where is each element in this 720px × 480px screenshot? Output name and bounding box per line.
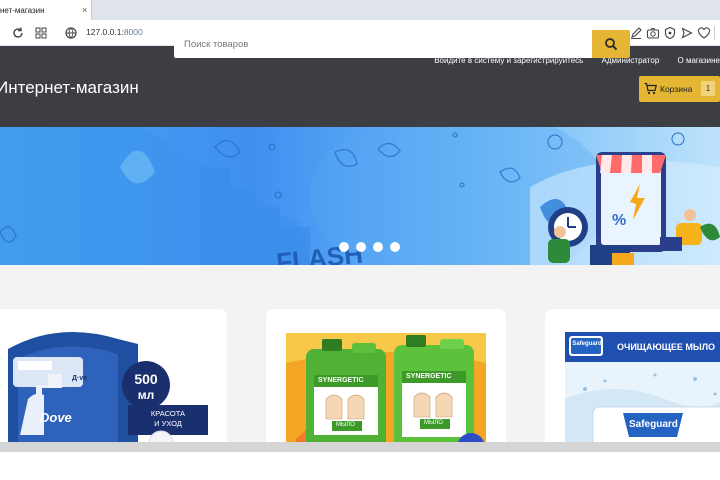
search-button[interactable]	[592, 30, 630, 58]
about-link[interactable]: О магазине	[678, 56, 720, 65]
dove-caption-1: КРАСОТА	[150, 409, 186, 418]
browser-tab[interactable]: нет-магазин	[0, 0, 92, 20]
safeguard-logo: Safeguard	[572, 341, 602, 347]
horizontal-scrollbar[interactable]	[0, 442, 720, 452]
product-card-dove[interactable]: 500 мл Dove Д·ve КРАСОТА И УХОД	[0, 309, 227, 449]
address-bar[interactable]: 127.0.0.1:8000	[86, 27, 143, 37]
product-card-synergetic[interactable]: SYNERGETIC SYNERGETIC МЫЛО МЫЛО	[266, 309, 506, 449]
apps-icon[interactable]	[34, 26, 48, 40]
url-port: 8000	[123, 27, 143, 37]
edit-icon[interactable]	[629, 26, 643, 40]
send-icon[interactable]	[680, 26, 694, 40]
safeguard-product-brand: Safeguard	[629, 419, 678, 430]
dove-volume-unit: мл	[137, 388, 155, 402]
cart-label[interactable]: Корзина	[660, 84, 692, 94]
dove-brand: Dove	[40, 410, 72, 425]
url-host: 127.0.0.1:	[86, 27, 124, 37]
heart-icon[interactable]	[697, 26, 711, 40]
cart-icon	[644, 82, 657, 95]
synergetic-label-2: МЫЛО	[424, 420, 443, 426]
page-bottom-area	[0, 452, 720, 480]
cart-count-badge: 1	[701, 81, 715, 96]
browser-tab-strip: нет-магазин ×	[0, 0, 720, 20]
site-header: Войдите в систему и зарегистрируйтесь Ад…	[0, 46, 720, 127]
dove-volume-value: 500	[134, 371, 158, 387]
search-icon	[605, 38, 618, 51]
svg-text:%: %	[612, 212, 626, 229]
toolbar-divider	[714, 26, 715, 40]
close-tab-icon[interactable]: ×	[82, 6, 90, 15]
synergetic-product-image	[286, 333, 486, 449]
product-card-safeguard[interactable]: Safeguard ОЧИЩАЮЩЕЕ МЫЛО Safeguard	[545, 309, 720, 449]
camera-icon[interactable]	[646, 26, 660, 40]
safeguard-headline: ОЧИЩАЮЩЕЕ МЫЛО	[617, 342, 716, 352]
synergetic-brand-2: SYNERGETIC	[406, 373, 452, 380]
carousel-dot-2[interactable]	[356, 242, 366, 252]
carousel-dot-4[interactable]	[390, 242, 400, 252]
shield-icon[interactable]	[663, 26, 677, 40]
carousel-dot-1[interactable]	[339, 242, 349, 252]
site-info-icon[interactable]	[64, 26, 78, 40]
site-logo[interactable]: Интернет-магазин	[0, 78, 139, 98]
carousel-dot-3[interactable]	[373, 242, 383, 252]
synergetic-label-1: МЫЛО	[336, 422, 355, 428]
search-input[interactable]	[174, 30, 592, 58]
reload-icon[interactable]	[11, 26, 25, 40]
dove-side-tag: Д·ve	[72, 375, 88, 382]
dove-product-image	[8, 331, 208, 449]
tab-title: нет-магазин	[0, 6, 45, 15]
synergetic-brand-1: SYNERGETIC	[318, 377, 364, 384]
dove-caption-2: И УХОД	[154, 419, 182, 428]
